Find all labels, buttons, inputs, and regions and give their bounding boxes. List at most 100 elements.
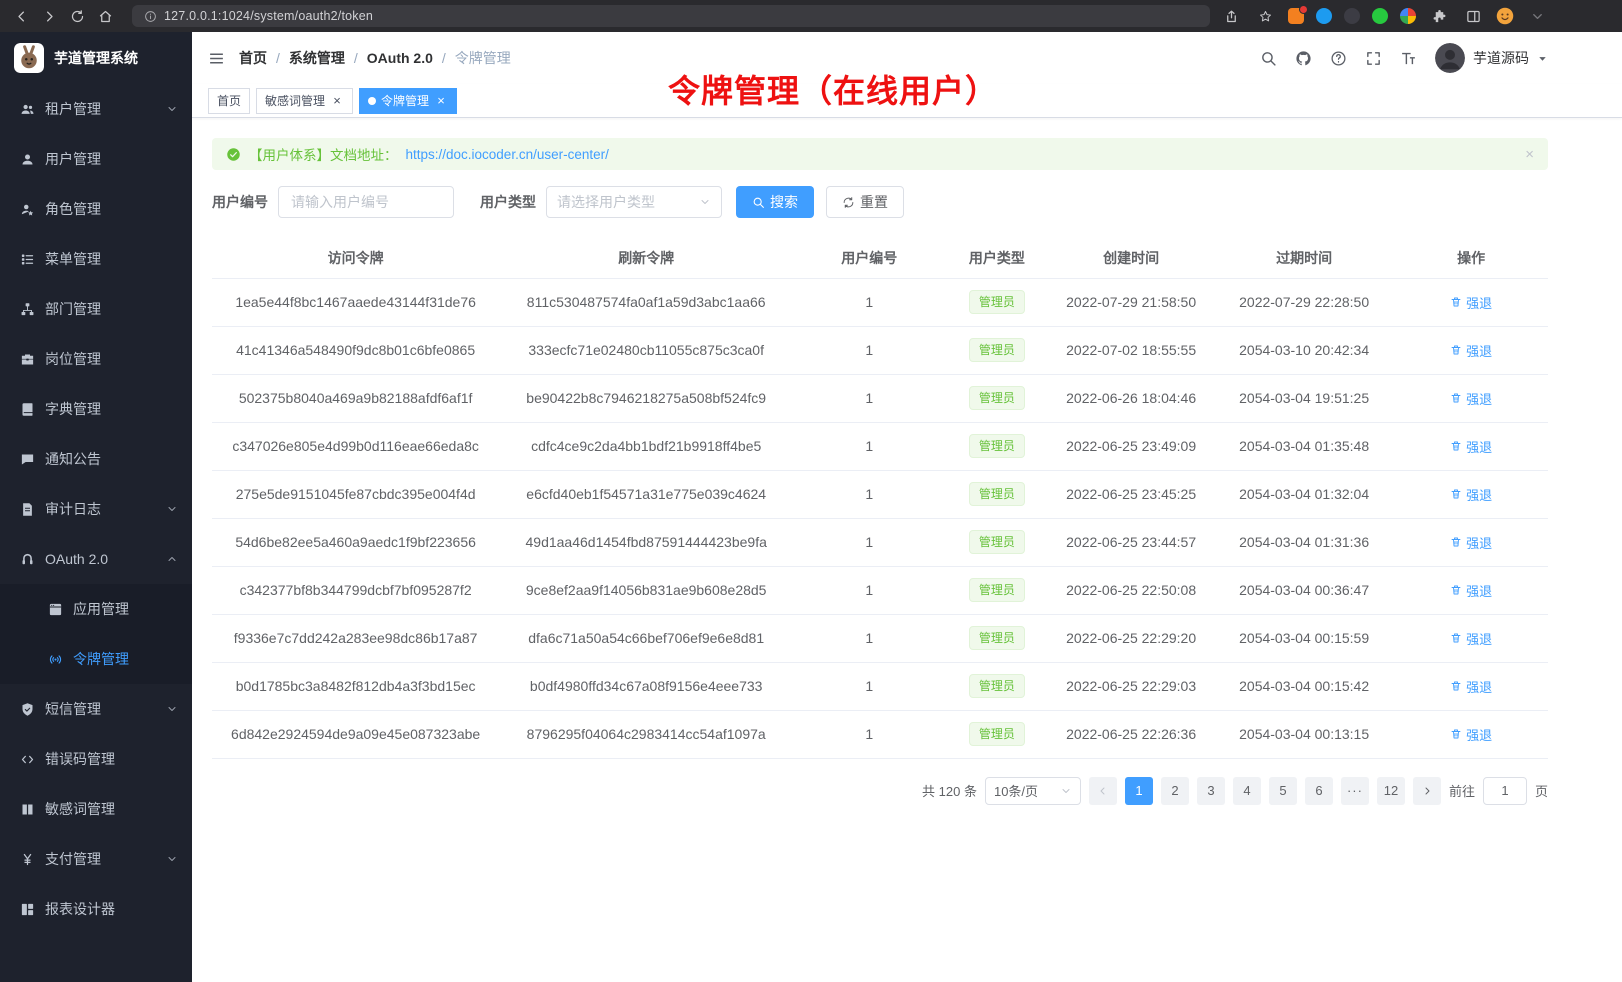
browser-profile-avatar[interactable]	[1496, 7, 1514, 25]
sidebar-collapse-button[interactable]	[208, 50, 225, 67]
share-icon[interactable]	[1220, 5, 1242, 27]
fullscreen-icon[interactable]	[1365, 50, 1382, 67]
pagination-page-6[interactable]: 6	[1305, 777, 1333, 805]
tab-item-0[interactable]: 首页	[208, 88, 250, 114]
browser-menu-icon[interactable]	[1526, 5, 1548, 27]
pagination-page-1[interactable]: 1	[1125, 777, 1153, 805]
cell-create-time: 2022-06-25 23:49:09	[1048, 422, 1214, 470]
user-menu[interactable]: 芋道源码	[1435, 43, 1548, 73]
close-icon[interactable]: ×	[434, 94, 448, 108]
pagination-prev-button[interactable]	[1089, 777, 1117, 805]
sidebar-panel-icon[interactable]	[1462, 5, 1484, 27]
sidebar-item-dict[interactable]: 字典管理	[0, 384, 192, 434]
user-type-badge: 管理员	[969, 722, 1025, 746]
tab-item-2[interactable]: 令牌管理×	[359, 88, 457, 114]
force-logout-label: 强退	[1466, 485, 1492, 504]
extension-icon-2[interactable]	[1316, 8, 1332, 24]
browser-back-icon[interactable]	[10, 5, 32, 27]
sidebar-item-post[interactable]: 岗位管理	[0, 334, 192, 384]
user-icon	[20, 152, 35, 167]
cell-actions: 强退	[1394, 374, 1548, 422]
username: 芋道源码	[1473, 48, 1529, 68]
breadcrumb-item[interactable]: 首页	[239, 48, 267, 68]
pagination-page-2[interactable]: 2	[1161, 777, 1189, 805]
user-type-select[interactable]: 请选择用户类型	[546, 186, 722, 218]
table-row: 41c41346a548490f9dc8b01c6bfe0865333ecfc7…	[212, 326, 1548, 374]
sidebar-item-menu[interactable]: 菜单管理	[0, 234, 192, 284]
extension-icon-3[interactable]	[1344, 8, 1360, 24]
sidebar-item-notice[interactable]: 通知公告	[0, 434, 192, 484]
force-logout-button[interactable]: 强退	[1450, 389, 1492, 408]
cell-user-id: 1	[793, 710, 945, 758]
reset-button[interactable]: 重置	[826, 186, 904, 218]
user-id-input[interactable]	[278, 186, 454, 218]
alert-close-icon[interactable]: ×	[1525, 146, 1534, 163]
sidebar-item-dept[interactable]: 部门管理	[0, 284, 192, 334]
bookmark-star-icon[interactable]	[1254, 5, 1276, 27]
goto-page-input[interactable]	[1483, 777, 1527, 805]
close-icon[interactable]: ×	[330, 94, 344, 108]
sidebar-item-report-designer[interactable]: 报表设计器	[0, 884, 192, 934]
doc-alert: 【用户体系】文档地址： https://doc.iocoder.cn/user-…	[212, 138, 1548, 170]
user-type-badge: 管理员	[969, 290, 1025, 314]
sidebar-item-sms[interactable]: 短信管理	[0, 684, 192, 734]
sidebar-item-oauth2[interactable]: OAuth 2.0	[0, 534, 192, 584]
breadcrumb-separator: /	[442, 50, 446, 66]
sidebar-item-pay[interactable]: 支付管理	[0, 834, 192, 884]
user-type-badge: 管理员	[969, 482, 1025, 506]
force-logout-button[interactable]: 强退	[1450, 485, 1492, 504]
cell-actions: 强退	[1394, 566, 1548, 614]
force-logout-button[interactable]: 强退	[1450, 725, 1492, 744]
doc-link[interactable]: https://doc.iocoder.cn/user-center/	[406, 147, 609, 162]
site-info-icon[interactable]	[142, 8, 158, 24]
cell-refresh-token: dfa6c71a50a54c66bef706ef9e6e8d81	[499, 614, 793, 662]
search-icon[interactable]	[1260, 50, 1277, 67]
force-logout-button[interactable]: 强退	[1450, 581, 1492, 600]
sidebar-item-tenant[interactable]: 租户管理	[0, 84, 192, 134]
force-logout-button[interactable]: 强退	[1450, 293, 1492, 312]
sidebar-item-label: 角色管理	[45, 199, 178, 219]
tab-item-1[interactable]: 敏感词管理×	[256, 88, 353, 114]
sidebar-item-sensitive-word[interactable]: 敏感词管理	[0, 784, 192, 834]
force-logout-button[interactable]: 强退	[1450, 341, 1492, 360]
force-logout-button[interactable]: 强退	[1450, 629, 1492, 648]
cell-user-id: 1	[793, 422, 945, 470]
sidebar-item-user[interactable]: 用户管理	[0, 134, 192, 184]
sidebar-item-oauth2-token[interactable]: 令牌管理	[0, 634, 192, 684]
page-size-select[interactable]: 10条/页	[985, 777, 1081, 805]
extensions-puzzle-icon[interactable]	[1428, 5, 1450, 27]
browser-forward-icon[interactable]	[38, 5, 60, 27]
pagination-page-3[interactable]: 3	[1197, 777, 1225, 805]
sidebar-item-audit-log[interactable]: 审计日志	[0, 484, 192, 534]
sidebar-item-oauth2-application[interactable]: 应用管理	[0, 584, 192, 634]
pagination-page-5[interactable]: 5	[1269, 777, 1297, 805]
sidebar-item-error-code[interactable]: 错误码管理	[0, 734, 192, 784]
cell-access-token: 54d6be82ee5a460a9aedc1f9bf223656	[212, 518, 499, 566]
force-logout-button[interactable]: 强退	[1450, 677, 1492, 696]
cell-actions: 强退	[1394, 614, 1548, 662]
oauth-icon	[20, 552, 35, 567]
app-logo[interactable]: 芋道管理系统	[0, 32, 192, 84]
pagination-more-button[interactable]: ···	[1341, 777, 1369, 805]
browser-reload-icon[interactable]	[66, 5, 88, 27]
extension-icon-5[interactable]	[1400, 8, 1416, 24]
fontsize-icon[interactable]	[1400, 50, 1417, 67]
force-logout-button[interactable]: 强退	[1450, 533, 1492, 552]
search-button[interactable]: 搜索	[736, 186, 814, 218]
pagination-next-button[interactable]	[1413, 777, 1441, 805]
force-logout-button[interactable]: 强退	[1450, 437, 1492, 456]
browser-address-bar[interactable]: 127.0.0.1:1024/system/oauth2/token	[132, 5, 1210, 27]
breadcrumb-item[interactable]: OAuth 2.0	[367, 50, 433, 66]
extension-icon-4[interactable]	[1372, 8, 1388, 24]
browser-home-icon[interactable]	[94, 5, 116, 27]
extension-icon-1[interactable]	[1288, 8, 1304, 24]
pagination-page-12[interactable]: 12	[1377, 777, 1405, 805]
help-icon[interactable]	[1330, 50, 1347, 67]
sidebar-item-role[interactable]: 角色管理	[0, 184, 192, 234]
breadcrumb-item[interactable]: 系统管理	[289, 48, 345, 68]
user-type-badge: 管理员	[969, 530, 1025, 554]
github-icon[interactable]	[1295, 50, 1312, 67]
cell-refresh-token: 8796295f04064c2983414cc54af1097a	[499, 710, 793, 758]
pagination-page-4[interactable]: 4	[1233, 777, 1261, 805]
user-type-placeholder: 请选择用户类型	[557, 192, 655, 212]
